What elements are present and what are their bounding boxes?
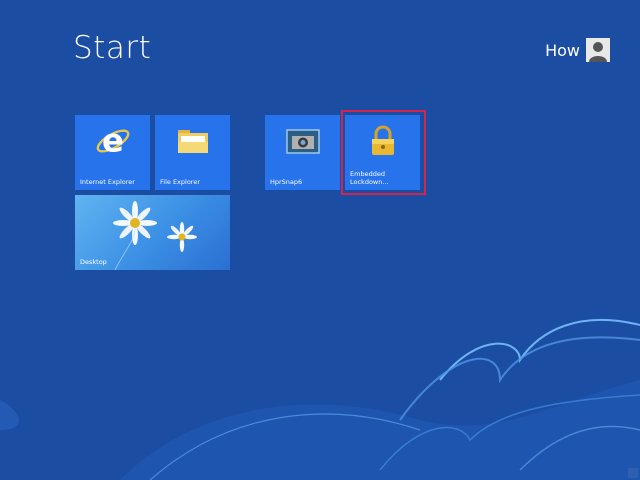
user-avatar-icon [586, 38, 610, 62]
user-account[interactable]: How [545, 38, 610, 62]
user-name: How [545, 40, 580, 60]
folder-icon [176, 126, 210, 160]
internet-explorer-icon: e [94, 121, 132, 164]
tile-label: HprSnap6 [270, 178, 303, 186]
tile-label: Desktop [80, 258, 107, 266]
selection-outline [341, 110, 426, 195]
start-title: Start [73, 30, 152, 66]
svg-text:e: e [102, 122, 124, 159]
corner-scroll-indicator [628, 468, 638, 478]
tile-internet-explorer[interactable]: e Internet Explorer [75, 115, 150, 190]
tile-label: File Explorer [160, 178, 201, 186]
tile-label: Internet Explorer [80, 178, 135, 186]
camera-icon [285, 127, 320, 159]
tile-hprsnap6[interactable]: HprSnap6 [265, 115, 340, 190]
tile-desktop[interactable]: Desktop [75, 195, 230, 270]
tile-file-explorer[interactable]: File Explorer [155, 115, 230, 190]
